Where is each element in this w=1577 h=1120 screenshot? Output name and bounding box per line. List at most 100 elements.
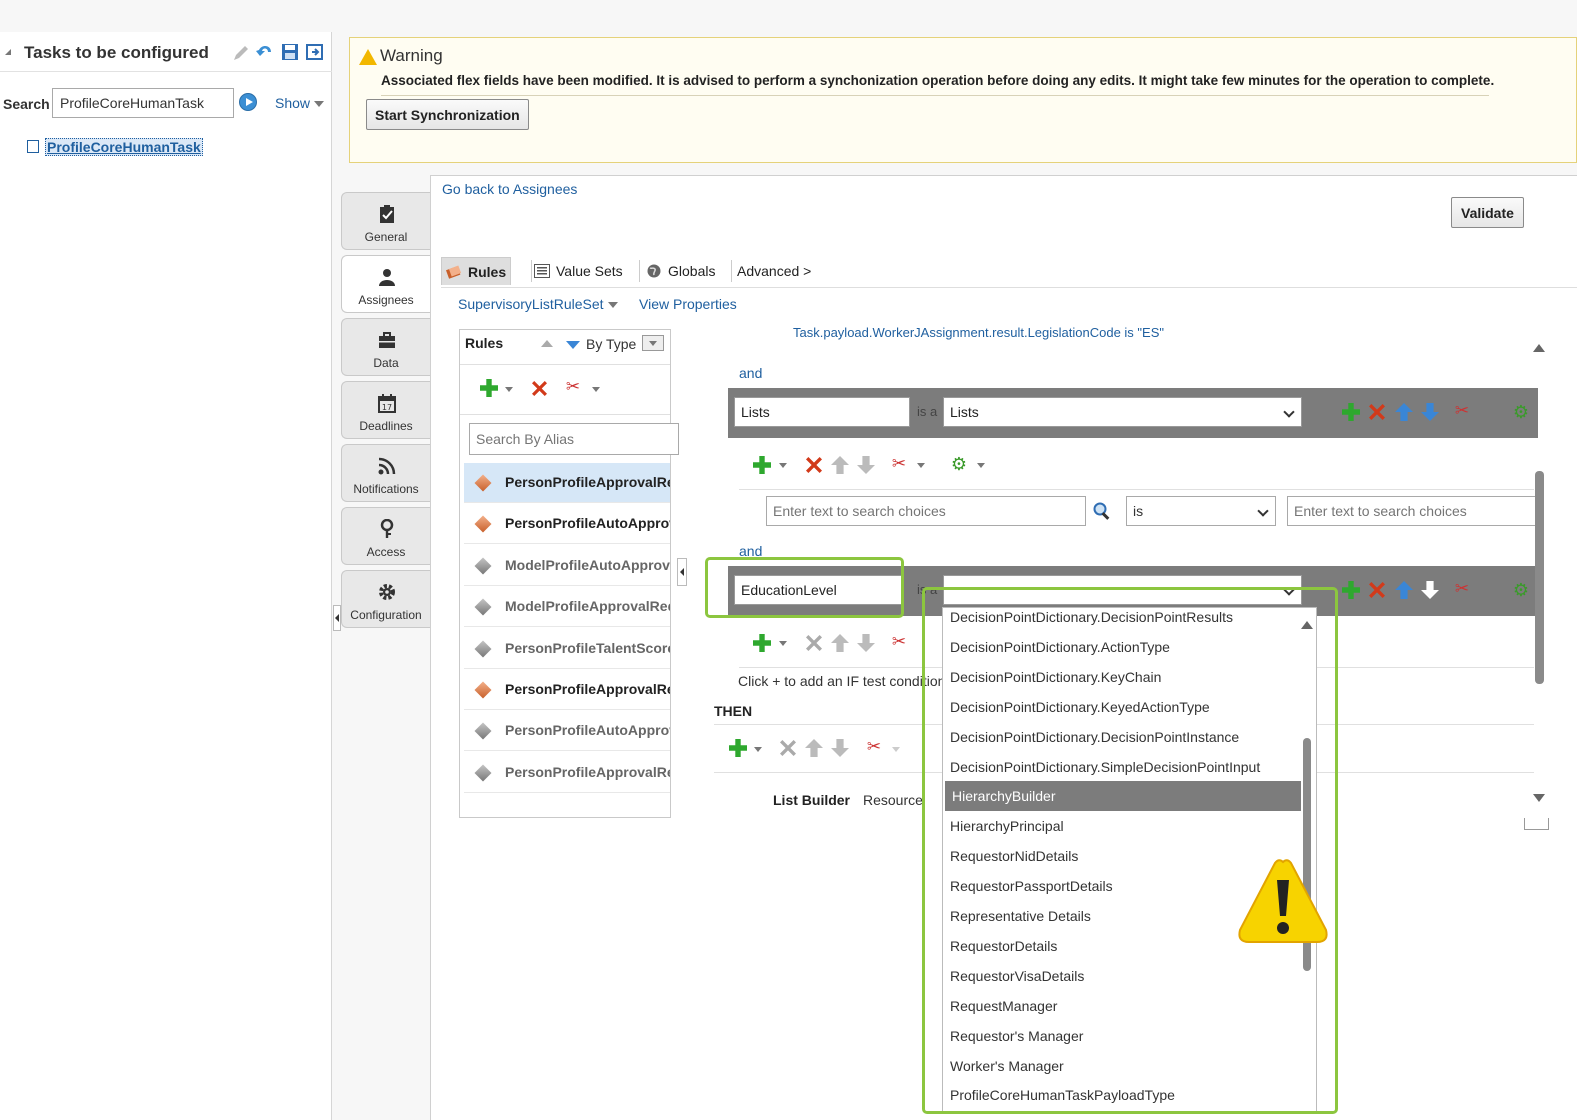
add-if-hint: Click + to add an IF test condition [738,673,946,689]
add-test-icon[interactable] [753,456,771,474]
cut-icon[interactable]: ✂ [1453,402,1471,420]
search-go-icon[interactable] [239,93,257,111]
vtab-configuration[interactable]: Configuration [341,570,430,628]
collapse-panel-icon[interactable] [5,49,11,55]
rule-list-item[interactable]: PersonProfileApprovalRe [464,670,670,710]
rule-list-item[interactable]: ModelProfileAutoApprova [464,546,670,586]
delete-test-icon[interactable] [806,635,822,651]
chevron-down-icon[interactable] [779,463,787,468]
add-condition-icon[interactable] [1342,581,1360,599]
condition-type-select[interactable]: Lists [943,397,1302,427]
tab-rules[interactable]: Rules [441,257,512,285]
choice-search-input-right[interactable] [1287,496,1537,526]
chevron-down-icon[interactable] [779,641,787,646]
validate-button[interactable]: Validate [1451,197,1524,228]
move-up-icon[interactable] [831,634,849,652]
list-icon [534,264,550,278]
operator-select[interactable]: is [1126,496,1276,526]
move-down-icon[interactable] [1421,403,1439,421]
divider [460,414,670,415]
delete-action-icon[interactable] [780,740,796,756]
warning-message: Associated flex fields have been modifie… [381,73,1495,88]
rule-list-item[interactable]: ModelProfileApprovalReq [464,587,670,628]
cut-icon[interactable]: ✂ [1453,580,1471,598]
ruleset-selector[interactable]: SupervisoryListRuleSet [458,296,618,312]
gear-icon[interactable]: ⚙ [950,455,968,473]
vtab-deadlines[interactable]: 17 Deadlines [341,381,430,439]
condition-alias-field[interactable]: Lists [734,397,910,427]
delete-test-icon[interactable] [806,457,822,473]
and-connector[interactable]: and [739,365,762,381]
add-action-icon[interactable] [729,739,747,757]
move-up-icon[interactable] [1395,581,1413,599]
rule-list-item[interactable]: PersonProfileAutoApprov [464,504,670,545]
vtab-access[interactable]: Access [341,507,430,565]
cut-icon[interactable]: ✂ [564,378,582,396]
move-up-icon[interactable] [1395,403,1413,421]
sort-menu-button[interactable] [642,335,664,351]
tab-globals[interactable]: Globals [646,257,715,285]
gear-icon[interactable]: ⚙ [1512,581,1530,599]
gear-icon[interactable]: ⚙ [1512,403,1530,421]
move-down-icon[interactable] [1421,581,1439,599]
rules-search-input[interactable] [469,423,679,455]
rule-list-item[interactable]: PersonProfileAutoApprov [464,711,670,752]
go-back-link[interactable]: Go back to Assignees [442,181,577,197]
collapse-tabs-handle[interactable] [333,605,341,631]
chevron-down-icon[interactable] [917,463,925,468]
scroll-down-arrow[interactable] [1533,794,1545,802]
move-down-icon[interactable] [831,739,849,757]
scroll-up-arrow[interactable] [1533,344,1545,352]
add-test-icon[interactable] [753,634,771,652]
view-properties-link[interactable]: View Properties [639,296,737,312]
calendar-icon: 17 [378,394,396,413]
delete-condition-icon[interactable] [1369,582,1385,598]
search-icon[interactable] [1092,501,1112,521]
choice-search-input[interactable] [766,496,1086,526]
search-label: Search [3,96,50,112]
task-tree-item[interactable]: ProfileCoreHumanTask [45,138,203,156]
splitter-handle[interactable] [677,558,687,586]
vtab-general[interactable]: General [341,192,430,250]
tab-advanced[interactable]: Advanced > [737,257,811,285]
vtab-data[interactable]: Data [341,318,430,376]
undo-icon[interactable] [255,42,275,62]
sort-descending-icon[interactable] [566,341,580,349]
save-icon[interactable] [280,42,300,62]
chevron-down-icon[interactable] [892,747,900,752]
tab-value-sets[interactable]: Value Sets [534,257,623,285]
delete-rule-icon[interactable] [532,381,547,396]
start-synchronization-button[interactable]: Start Synchronization [366,99,529,130]
rule-list-item[interactable]: PersonProfileTalentScore [464,629,670,669]
move-down-icon[interactable] [857,456,875,474]
rule-list-item[interactable]: PersonProfileApprovalRe [464,753,670,793]
vtab-notifications[interactable]: Notifications [341,444,430,502]
edit-icon[interactable] [231,43,251,63]
cut-icon[interactable]: ✂ [865,738,883,756]
rules-subtabs: Rules Value Sets Globals Advanced > [441,254,1577,288]
expand-toggle[interactable] [1524,818,1549,830]
delete-condition-icon[interactable] [1369,404,1385,420]
add-rule-icon[interactable] [480,379,498,397]
rss-icon [378,457,396,475]
rule-list-item[interactable]: PersonProfileApprovalRe [464,463,670,503]
move-down-icon[interactable] [857,634,875,652]
add-condition-icon[interactable] [1342,403,1360,421]
move-up-icon[interactable] [831,456,849,474]
vtab-assignees[interactable]: Assignees [341,255,430,313]
cut-icon[interactable]: ✂ [890,633,908,651]
chevron-down-icon[interactable] [754,747,762,752]
rule-name: PersonProfileApprovalRe [505,681,670,697]
move-up-icon[interactable] [805,739,823,757]
chevron-down-icon[interactable] [977,463,985,468]
editor-scrollbar-thumb[interactable] [1535,471,1544,684]
sort-ascending-icon[interactable] [541,340,553,347]
show-menu-button[interactable]: Show [275,95,325,111]
rule-name: PersonProfileApprovalRe [505,763,670,780]
deploy-icon[interactable] [305,42,325,62]
task-search-input[interactable] [52,88,234,118]
chevron-down-icon[interactable] [592,387,600,392]
chevron-down-icon[interactable] [505,387,513,392]
cut-icon[interactable]: ✂ [890,455,908,473]
chevron-down-icon [649,341,657,346]
